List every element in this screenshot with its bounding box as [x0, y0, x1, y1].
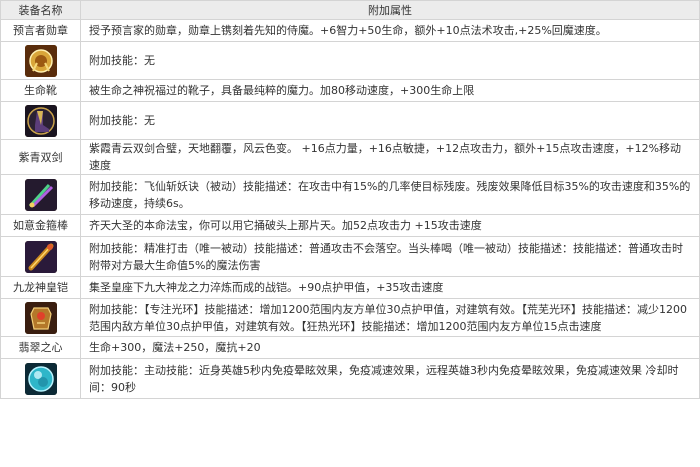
equipment-row: 如意金箍棒 齐天大圣的本命法宝，你可以用它捅破头上那片天。加52点攻击力 +15攻… [0, 214, 700, 237]
equipment-row: 紫青双剑 紫霞青云双剑合璧，天地翻覆，风云色变。 +16点力量，+16点敏捷，+1… [0, 139, 700, 175]
equipment-skill: 附加技能：精准打击（唯一被动）技能描述：普通攻击不会落空。当头棒喝（唯一被动）技… [80, 236, 700, 277]
equipment-skill-row: 附加技能：无 [0, 41, 700, 80]
equipment-row: 九龙神皇铠 集圣皇座下九大神龙之力淬炼而成的战铠。+90点护甲值，+35攻击速度 [0, 276, 700, 299]
equipment-table: 装备名称 附加属性 预言者勋章 授予预言家的勋章，勋章上镌刻着先知的侍魔。+6智力… [0, 0, 700, 399]
emerald-heart-icon [24, 362, 57, 395]
equipment-icon-cell [0, 298, 81, 337]
armor-icon [24, 301, 57, 334]
equipment-name: 如意金箍棒 [0, 214, 81, 237]
equipment-skill-row: 附加技能：无 [0, 101, 700, 140]
equipment-icon-cell [0, 101, 81, 140]
equipment-skill-row: 附加技能：飞仙斩妖诀（被动）技能描述：在攻击中有15%的几率使目标残废。残废效果… [0, 174, 700, 215]
equipment-row: 翡翠之心 生命+300，魔法+250，魔抗+20 [0, 336, 700, 359]
equipment-skill-row: 附加技能：精准打击（唯一被动）技能描述：普通攻击不会落空。当头棒喝（唯一被动）技… [0, 236, 700, 277]
boots-icon [24, 104, 57, 137]
equipment-attributes: 生命+300，魔法+250，魔抗+20 [80, 336, 700, 359]
equipment-skill-row: 附加技能：【专注光环】技能描述：增加1200范围内友方单位30点护甲值，对建筑有… [0, 298, 700, 337]
equipment-row: 预言者勋章 授予预言家的勋章，勋章上镌刻着先知的侍魔。+6智力+50生命，额外+1… [0, 19, 700, 42]
equipment-icon-cell [0, 174, 81, 215]
golden-staff-icon [24, 240, 57, 273]
equipment-name: 紫青双剑 [0, 139, 81, 175]
equipment-attributes: 紫霞青云双剑合璧，天地翻覆，风云色变。 +16点力量，+16点敏捷，+12点攻击… [80, 139, 700, 175]
equipment-attributes: 授予预言家的勋章，勋章上镌刻着先知的侍魔。+6智力+50生命，额外+10点法术攻… [80, 19, 700, 42]
equipment-skill: 附加技能：主动技能：近身英雄5秒内免疫晕眩效果，免疫减速效果，远程英雄3秒内免疫… [80, 358, 700, 399]
header-equipment-name: 装备名称 [0, 0, 81, 20]
equipment-row: 生命靴 被生命之神祝福过的靴子，具备最纯粹的魔力。加80移动速度，+300生命上限 [0, 79, 700, 102]
equipment-icon-cell [0, 358, 81, 399]
equipment-name: 预言者勋章 [0, 19, 81, 42]
equipment-skill: 附加技能：【专注光环】技能描述：增加1200范围内友方单位30点护甲值，对建筑有… [80, 298, 700, 337]
equipment-name: 生命靴 [0, 79, 81, 102]
equipment-icon-cell [0, 236, 81, 277]
equipment-icon-cell [0, 41, 81, 80]
equipment-name: 翡翠之心 [0, 336, 81, 359]
twin-swords-icon [24, 178, 57, 211]
equipment-skill: 附加技能：飞仙斩妖诀（被动）技能描述：在攻击中有15%的几率使目标残废。残废效果… [80, 174, 700, 215]
equipment-name: 九龙神皇铠 [0, 276, 81, 299]
equipment-attributes: 被生命之神祝福过的靴子，具备最纯粹的魔力。加80移动速度，+300生命上限 [80, 79, 700, 102]
equipment-attributes: 集圣皇座下九大神龙之力淬炼而成的战铠。+90点护甲值，+35攻击速度 [80, 276, 700, 299]
medal-icon [24, 44, 57, 77]
equipment-skill: 附加技能：无 [80, 101, 700, 140]
header-row: 装备名称 附加属性 [0, 0, 700, 20]
equipment-attributes: 齐天大圣的本命法宝，你可以用它捅破头上那片天。加52点攻击力 +15攻击速度 [80, 214, 700, 237]
header-extra-attributes: 附加属性 [80, 0, 700, 20]
equipment-skill-row: 附加技能：主动技能：近身英雄5秒内免疫晕眩效果，免疫减速效果，远程英雄3秒内免疫… [0, 358, 700, 399]
equipment-skill: 附加技能：无 [80, 41, 700, 80]
